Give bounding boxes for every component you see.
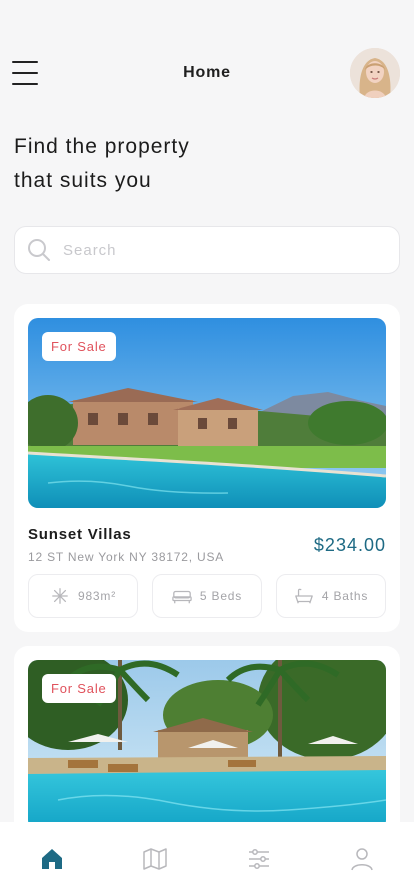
beds-feature: 5 Beds xyxy=(152,574,262,618)
beds-label: 5 Beds xyxy=(199,589,243,603)
header: Home xyxy=(0,0,414,120)
hero-line-1: Find the property xyxy=(14,135,190,158)
bed-icon xyxy=(172,590,192,604)
search-icon xyxy=(28,239,50,261)
property-name: Sunset Villas xyxy=(28,526,132,543)
profile-icon xyxy=(351,848,373,871)
baths-feature: 4 Baths xyxy=(276,574,386,618)
area-icon xyxy=(52,588,68,604)
property-price: $234.00 xyxy=(313,535,386,555)
hero-line-2: that suits you xyxy=(14,169,152,192)
baths-label: 4 Baths xyxy=(321,589,369,603)
home-icon xyxy=(41,849,62,869)
property-photo[interactable]: For Sale xyxy=(28,318,386,508)
property-card[interactable]: For Sale Sunset Villas 12 ST New York NY… xyxy=(14,304,400,632)
tab-profile[interactable] xyxy=(336,834,388,884)
property-photo[interactable]: For Sale xyxy=(28,660,386,830)
property-features: 983m² 5 Beds 4 Baths xyxy=(28,574,386,618)
search-bar[interactable] xyxy=(14,226,400,274)
area-feature: 983m² xyxy=(28,574,138,618)
avatar[interactable] xyxy=(350,48,400,98)
property-address: 12 ST New York NY 38172, USA xyxy=(28,550,225,564)
map-icon xyxy=(143,848,167,870)
tab-bar xyxy=(0,822,414,896)
status-badge: For Sale xyxy=(42,674,116,703)
search-input[interactable] xyxy=(63,241,399,259)
bathtub-icon xyxy=(295,588,313,604)
filter-icon xyxy=(248,849,269,869)
property-info: Sunset Villas 12 ST New York NY 38172, U… xyxy=(28,508,386,574)
tab-home[interactable] xyxy=(26,834,78,884)
tab-filter[interactable] xyxy=(233,834,285,884)
area-label: 983m² xyxy=(77,589,116,603)
hero-heading: Find the property that suits you xyxy=(14,130,274,198)
tab-map[interactable] xyxy=(129,834,181,884)
status-badge: For Sale xyxy=(42,332,116,361)
